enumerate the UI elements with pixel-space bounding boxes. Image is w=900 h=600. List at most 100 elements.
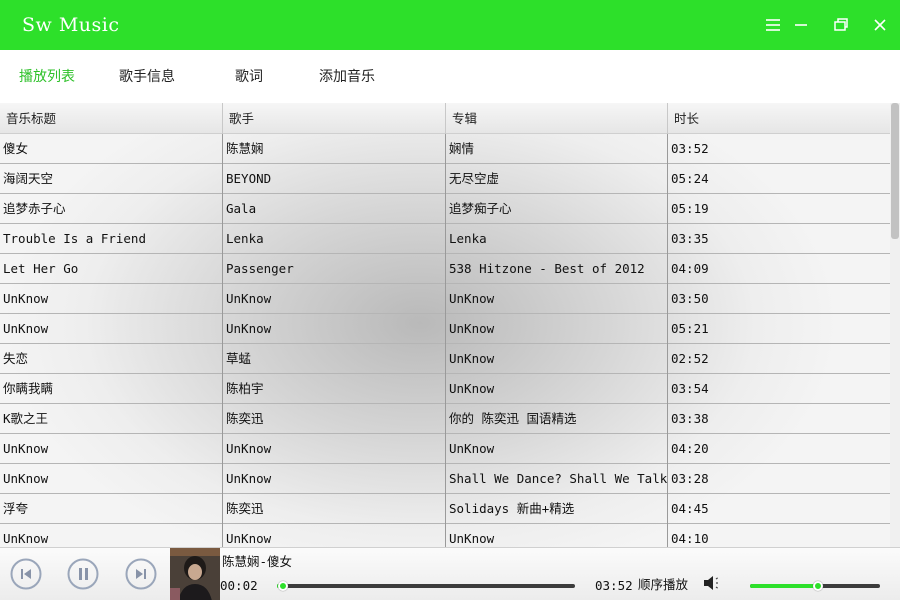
track-title: 失恋 [0, 344, 223, 374]
tab-lyrics[interactable]: 歌词 [235, 66, 263, 86]
tab-bar: 播放列表 歌手信息 歌词 添加音乐 [0, 50, 900, 103]
track-title: Let Her Go [0, 254, 223, 284]
progress-handle[interactable] [277, 581, 288, 591]
track-singer: Lenka [223, 224, 446, 254]
track-album: Lenka [446, 224, 668, 254]
table-row[interactable]: UnKnow UnKnow UnKnow 04:10 [0, 524, 890, 547]
now-playing-title: 陈慧娴-傻女 [222, 554, 293, 569]
track-title: 海阔天空 [0, 164, 223, 194]
track-title: UnKnow [0, 314, 223, 344]
volume-fill [750, 584, 815, 588]
table-row[interactable]: 浮夸 陈奕迅 Solidays 新曲+精选 04:45 [0, 494, 890, 524]
track-singer: UnKnow [223, 314, 446, 344]
track-title: 你瞒我瞒 [0, 374, 223, 404]
track-duration: 03:35 [671, 231, 709, 246]
table-scrollbar[interactable] [890, 103, 900, 547]
minimize-icon[interactable] [791, 15, 811, 35]
track-duration: 05:24 [671, 171, 709, 186]
track-singer: 陈奕迅 [223, 494, 446, 524]
table-row[interactable]: 追梦赤子心 Gala 追梦痴子心 05:19 [0, 194, 890, 224]
track-singer: UnKnow [223, 434, 446, 464]
track-singer: UnKnow [223, 524, 446, 547]
track-title: UnKnow [0, 284, 223, 314]
track-duration: 03:38 [671, 411, 709, 426]
track-duration: 03:50 [671, 291, 709, 306]
album-cover [170, 548, 220, 600]
elapsed-time: 00:02 [220, 578, 258, 593]
menu-icon[interactable] [763, 15, 783, 35]
track-duration: 03:52 [671, 141, 709, 156]
previous-icon[interactable] [10, 558, 42, 590]
volume-slider[interactable] [750, 581, 880, 591]
table-row[interactable]: UnKnow UnKnow UnKnow 05:21 [0, 314, 890, 344]
track-singer: 陈奕迅 [223, 404, 446, 434]
track-title: 傻女 [0, 134, 223, 164]
track-duration: 03:54 [671, 381, 709, 396]
track-album: 追梦痴子心 [446, 194, 668, 224]
playlist-table: 音乐标题 歌手 专辑 时长 傻女 陈慧娴 娴情 03:52 海阔天空 BEYOND 无尽空虚… [0, 103, 890, 547]
tab-add-music[interactable]: 添加音乐 [319, 66, 375, 86]
volume-handle[interactable] [813, 581, 823, 591]
volume-icon[interactable] [700, 572, 724, 594]
app-title: Sw Music [22, 14, 120, 36]
table-row[interactable]: 失恋 草蜢 UnKnow 02:52 [0, 344, 890, 374]
track-singer: Gala [223, 194, 446, 224]
column-header-singer[interactable]: 歌手 [223, 103, 446, 134]
table-row[interactable]: 你瞒我瞒 陈柏宇 UnKnow 03:54 [0, 374, 890, 404]
tab-singer-info[interactable]: 歌手信息 [119, 66, 175, 86]
track-album: UnKnow [446, 524, 668, 547]
track-singer: UnKnow [223, 284, 446, 314]
table-row[interactable]: Trouble Is a Friend Lenka Lenka 03:35 [0, 224, 890, 254]
column-header-album[interactable]: 专辑 [446, 103, 668, 134]
table-row[interactable]: UnKnow UnKnow UnKnow 04:20 [0, 434, 890, 464]
table-row[interactable]: UnKnow UnKnow UnKnow 03:50 [0, 284, 890, 314]
table-header: 音乐标题 歌手 专辑 时长 [0, 103, 890, 134]
pause-icon[interactable] [67, 558, 99, 590]
track-album: 无尽空虚 [446, 164, 668, 194]
title-bar: Sw Music [0, 0, 900, 50]
column-header-title[interactable]: 音乐标题 [0, 103, 223, 134]
duration-time: 03:52 [595, 578, 633, 593]
player-bar: 陈慧娴-傻女 00:02 03:52 顺序播放 [0, 547, 900, 600]
maximize-icon[interactable] [831, 15, 851, 35]
track-album: UnKnow [446, 344, 668, 374]
track-title: Trouble Is a Friend [0, 224, 223, 254]
track-singer: BEYOND [223, 164, 446, 194]
tab-playlist[interactable]: 播放列表 [19, 66, 75, 86]
table-row[interactable]: UnKnow UnKnow Shall We Dance? Shall We Tal… [0, 464, 890, 494]
track-singer: 陈柏宇 [223, 374, 446, 404]
track-album: UnKnow [446, 284, 668, 314]
track-duration: 04:09 [671, 261, 709, 276]
track-title: UnKnow [0, 434, 223, 464]
track-album: UnKnow [446, 374, 668, 404]
track-singer: UnKnow [223, 464, 446, 494]
track-title: 浮夸 [0, 494, 223, 524]
track-duration: 04:10 [671, 531, 709, 546]
track-album: 你的 陈奕迅 国语精选 [446, 404, 668, 434]
progress-slider[interactable] [277, 581, 575, 591]
track-duration: 05:21 [671, 321, 709, 336]
column-header-duration[interactable]: 时长 [668, 103, 890, 134]
close-icon[interactable] [870, 15, 890, 35]
track-singer: 陈慧娴 [223, 134, 446, 164]
track-singer: 草蜢 [223, 344, 446, 374]
play-mode-button[interactable]: 顺序播放 [638, 574, 688, 593]
track-title: K歌之王 [0, 404, 223, 434]
next-icon[interactable] [125, 558, 157, 590]
track-duration: 05:19 [671, 201, 709, 216]
track-duration: 04:45 [671, 501, 709, 516]
track-album: UnKnow [446, 434, 668, 464]
table-row[interactable]: 海阔天空 BEYOND 无尽空虚 05:24 [0, 164, 890, 194]
track-album: 538 Hitzone - Best of 2012 [446, 254, 668, 284]
track-album: UnKnow [446, 314, 668, 344]
table-row[interactable]: K歌之王 陈奕迅 你的 陈奕迅 国语精选 03:38 [0, 404, 890, 434]
track-album: Solidays 新曲+精选 [446, 494, 668, 524]
track-album: 娴情 [446, 134, 668, 164]
table-body: 傻女 陈慧娴 娴情 03:52 海阔天空 BEYOND 无尽空虚 05:24 追梦赤子心 Gala… [0, 134, 890, 547]
table-row[interactable]: Let Her Go Passenger 538 Hitzone - Best of… [0, 254, 890, 284]
track-album: Shall We Dance? Shall We Talk! [446, 464, 668, 494]
table-row[interactable]: 傻女 陈慧娴 娴情 03:52 [0, 134, 890, 164]
track-singer: Passenger [223, 254, 446, 284]
track-duration: 03:28 [671, 471, 709, 486]
scrollbar-thumb[interactable] [891, 103, 899, 239]
